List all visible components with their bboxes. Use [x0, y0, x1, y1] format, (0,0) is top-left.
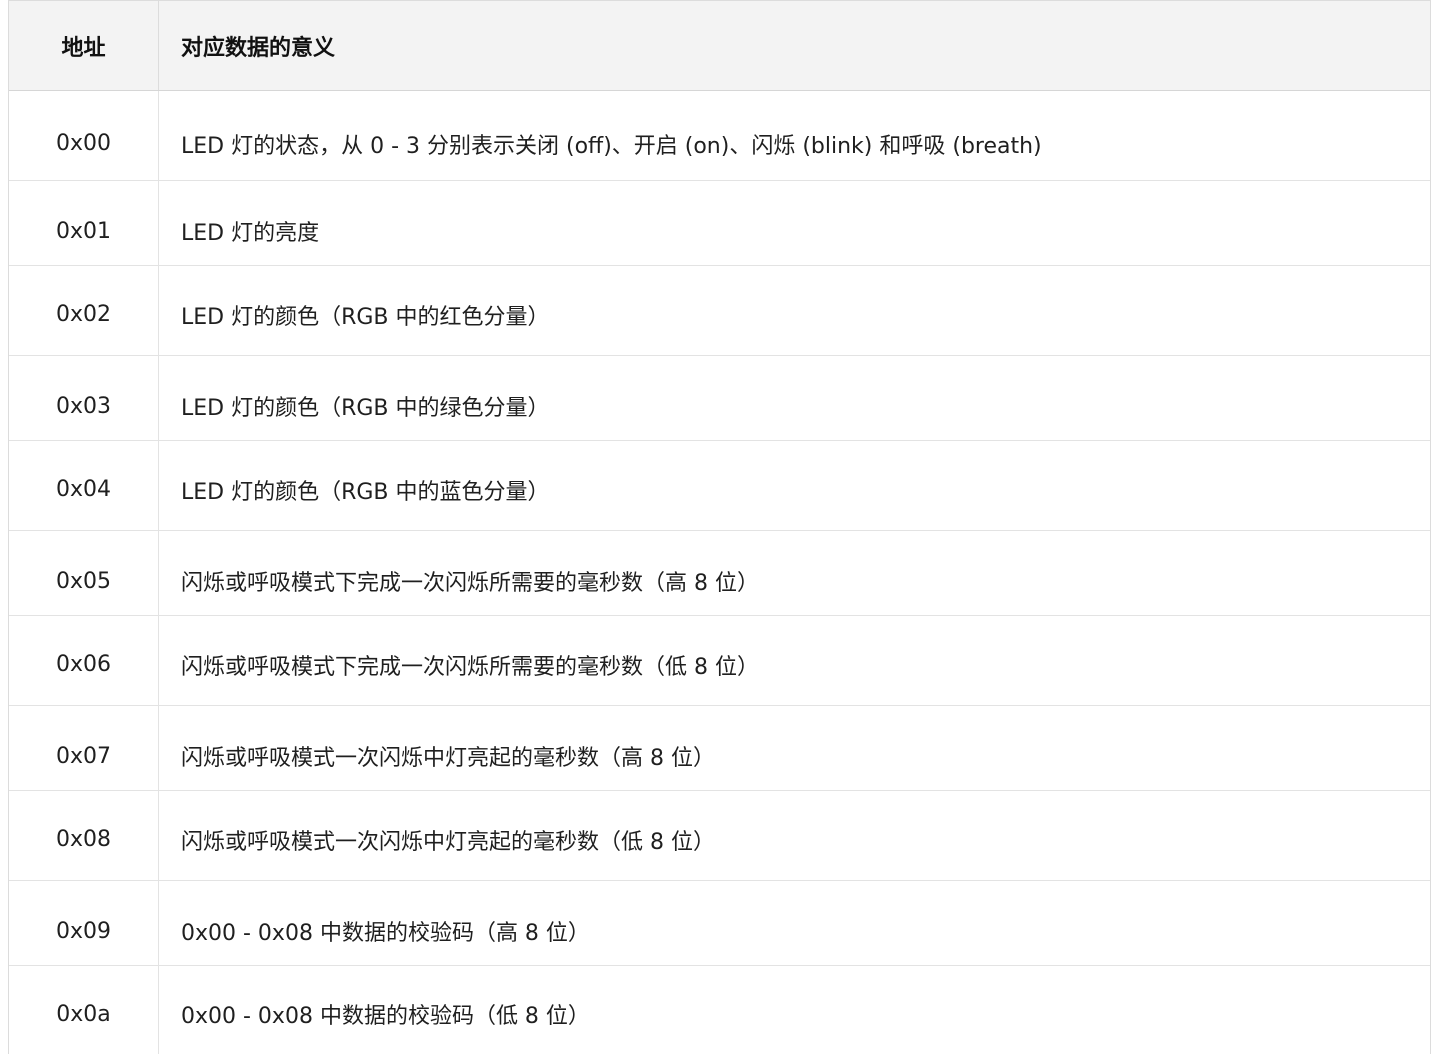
table-row: 0x08 闪烁或呼吸模式一次闪烁中灯亮起的毫秒数（低 8 位）: [9, 791, 1430, 881]
table-header-row: 地址 对应数据的意义: [9, 0, 1430, 91]
table-row: 0x06 闪烁或呼吸模式下完成一次闪烁所需要的毫秒数（低 8 位）: [9, 616, 1430, 706]
table-row: 0x01 LED 灯的亮度: [9, 181, 1430, 266]
row-address: 0x03: [9, 356, 159, 440]
table-row: 0x0a 0x00 - 0x08 中数据的校验码（低 8 位）: [9, 966, 1430, 1054]
row-meaning: 闪烁或呼吸模式一次闪烁中灯亮起的毫秒数（高 8 位）: [181, 746, 715, 771]
table-row: 0x07 闪烁或呼吸模式一次闪烁中灯亮起的毫秒数（高 8 位）: [9, 706, 1430, 791]
table-row: 0x03 LED 灯的颜色（RGB 中的绿色分量）: [9, 356, 1430, 441]
row-address: 0x05: [9, 531, 159, 615]
row-address: 0x08: [9, 791, 159, 880]
table-row: 0x05 闪烁或呼吸模式下完成一次闪烁所需要的毫秒数（高 8 位）: [9, 531, 1430, 616]
row-meaning: LED 灯的颜色（RGB 中的蓝色分量）: [181, 479, 550, 505]
row-address: 0x09: [9, 881, 159, 965]
row-address: 0x07: [9, 706, 159, 790]
table-row: 0x09 0x00 - 0x08 中数据的校验码（高 8 位）: [9, 881, 1430, 966]
row-address: 0x00: [9, 91, 159, 180]
row-address: 0x01: [9, 181, 159, 265]
row-address: 0x0a: [9, 966, 159, 1054]
register-table: 地址 对应数据的意义 0x00 LED 灯的状态，从 0 - 3 分别表示关闭 …: [8, 0, 1431, 1054]
table-row: 0x04 LED 灯的颜色（RGB 中的蓝色分量）: [9, 441, 1430, 531]
row-meaning: 0x00 - 0x08 中数据的校验码（低 8 位）: [181, 1004, 590, 1029]
table-row: 0x02 LED 灯的颜色（RGB 中的红色分量）: [9, 266, 1430, 356]
header-address: 地址: [9, 1, 159, 90]
row-meaning: 闪烁或呼吸模式下完成一次闪烁所需要的毫秒数（高 8 位）: [181, 571, 759, 596]
row-meaning: 闪烁或呼吸模式下完成一次闪烁所需要的毫秒数（低 8 位）: [181, 654, 759, 680]
row-address: 0x02: [9, 266, 159, 355]
row-meaning: 0x00 - 0x08 中数据的校验码（高 8 位）: [181, 921, 590, 946]
table-row: 0x00 LED 灯的状态，从 0 - 3 分别表示关闭 (off)、开启 (o…: [9, 91, 1430, 181]
row-meaning: LED 灯的状态，从 0 - 3 分别表示关闭 (off)、开启 (on)、闪烁…: [181, 133, 1042, 159]
row-meaning: LED 灯的颜色（RGB 中的绿色分量）: [181, 396, 550, 421]
row-address: 0x06: [9, 616, 159, 705]
row-meaning: LED 灯的颜色（RGB 中的红色分量）: [181, 304, 550, 330]
header-meaning: 对应数据的意义: [181, 35, 336, 61]
row-meaning: 闪烁或呼吸模式一次闪烁中灯亮起的毫秒数（低 8 位）: [181, 829, 715, 855]
row-meaning: LED 灯的亮度: [181, 221, 320, 246]
row-address: 0x04: [9, 441, 159, 530]
